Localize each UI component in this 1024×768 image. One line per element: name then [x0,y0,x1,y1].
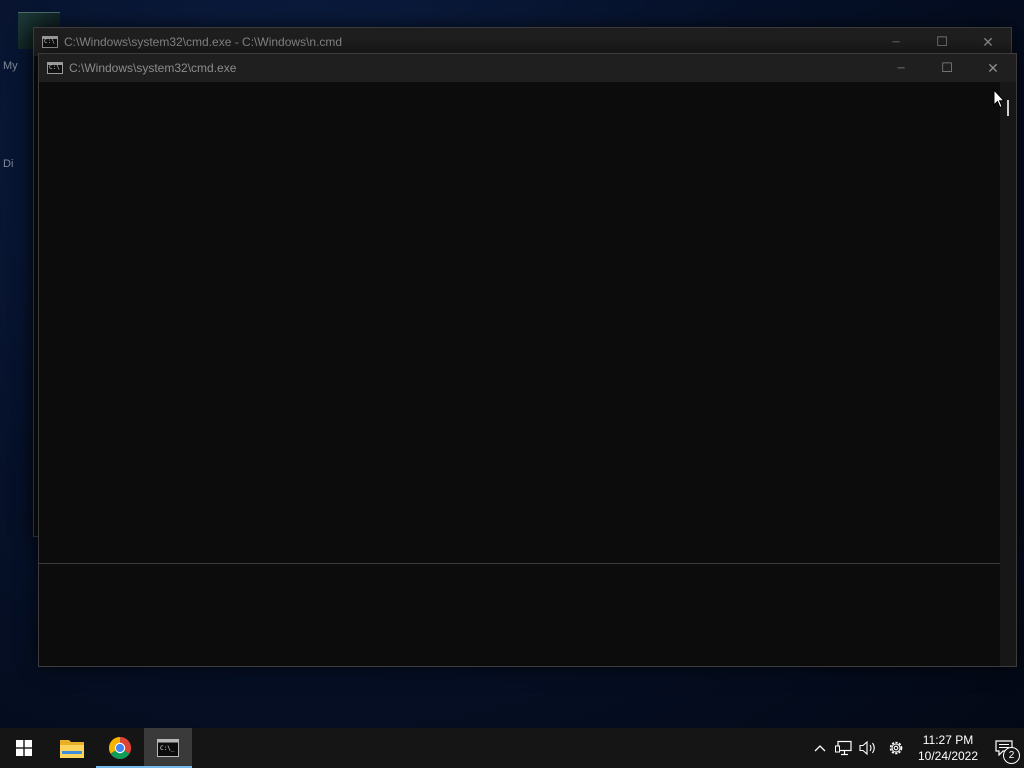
speaker-icon [859,740,875,756]
close-button[interactable]: ✕ [965,28,1011,56]
cmd-icon [47,62,63,74]
minimize-button[interactable]: ─ [873,28,919,56]
svg-text:C:\_: C:\_ [160,745,175,752]
close-icon: ✕ [987,59,999,76]
cmd-icon [42,36,58,48]
taskbar-file-explorer[interactable] [48,728,96,768]
mouse-cursor-icon [993,89,1005,109]
network-icon [835,740,852,756]
cmd-icon: C:\_ [157,739,179,757]
taskbar-command-prompt[interactable]: C:\_ [144,728,192,768]
close-icon: ✕ [982,33,994,50]
cmd-window-front[interactable]: C:\Windows\system32\cmd.exe ─ ☐ ✕ [38,53,1017,667]
clock-date: 10/24/2022 [917,749,979,763]
console-divider [39,563,1016,564]
window-title: C:\Windows\system32\cmd.exe [69,61,237,75]
start-button[interactable] [0,728,48,768]
minimize-icon: ─ [897,62,905,74]
chevron-up-icon [814,745,826,752]
action-center-button[interactable]: 2 [984,728,1024,768]
taskbar-chrome[interactable] [96,728,144,768]
window-titlebar[interactable]: C:\Windows\system32\cmd.exe ─ ☐ ✕ [39,54,1016,82]
folder-icon [60,740,84,758]
console-area[interactable] [39,82,1000,666]
system-tray: 11:27 PM 10/24/2022 2 [808,728,1024,768]
window-title: C:\Windows\system32\cmd.exe - C:\Windows… [64,35,343,49]
show-hidden-icons-button[interactable] [808,728,832,768]
gear-icon [889,741,903,755]
window-titlebar[interactable]: C:\Windows\system32\cmd.exe - C:\Windows… [34,28,1011,56]
minimize-button[interactable]: ─ [878,54,924,82]
maximize-button[interactable]: ☐ [919,28,965,56]
close-button[interactable]: ✕ [970,54,1016,82]
minimize-icon: ─ [892,36,900,48]
desktop-icon-label: My [3,60,18,72]
settings-button[interactable] [880,728,912,768]
chrome-icon [109,737,131,759]
maximize-button[interactable]: ☐ [924,54,970,82]
windows-logo-icon [16,740,32,756]
taskbar-clock[interactable]: 11:27 PM 10/24/2022 [912,732,984,764]
volume-button[interactable] [856,728,880,768]
desktop-icon-label: Di [3,158,14,170]
vertical-scrollbar[interactable] [1000,82,1016,666]
notification-count-badge: 2 [1003,747,1020,764]
clock-time: 11:27 PM [922,733,974,747]
network-button[interactable] [832,728,856,768]
taskbar: C:\_ 11:27 PM 10/24/2022 2 [0,728,1024,768]
maximize-icon: ☐ [936,34,948,49]
scrollbar-thumb[interactable] [1007,100,1009,116]
maximize-icon: ☐ [941,60,953,75]
